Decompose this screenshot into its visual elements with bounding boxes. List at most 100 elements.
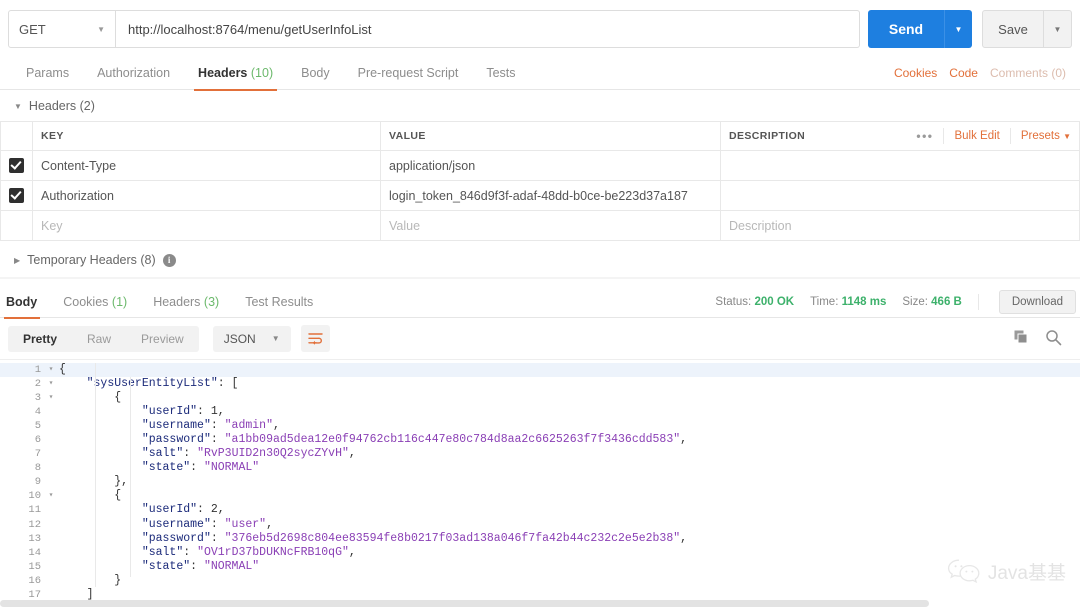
tab-params[interactable]: Params	[12, 57, 83, 90]
tab-body[interactable]: Body	[287, 57, 344, 90]
chevron-down-icon: ▼	[271, 334, 280, 343]
status-value: 200 OK	[754, 296, 795, 308]
view-raw[interactable]: Raw	[72, 326, 126, 352]
divider	[977, 294, 979, 310]
headers-section-title[interactable]: ▼ Headers (2)	[0, 90, 1080, 121]
fold-toggle-icon[interactable]: ▾	[46, 391, 56, 405]
temporary-headers-section[interactable]: ▶ Temporary Headers (8) i	[0, 241, 1080, 277]
row-value-cell[interactable]: application/json	[380, 150, 721, 181]
time-label: Time:	[810, 296, 839, 308]
code-line: 7 "salt": "RvP3UID2n30Q2sycZYvH",	[0, 447, 1080, 461]
response-tab-cookies-label: Cookies	[63, 294, 109, 309]
response-tab-test-results-label: Test Results	[245, 294, 314, 309]
code-line: 16 }	[0, 574, 1080, 588]
row-value-cell[interactable]: login_token_846d9f3f-adaf-48dd-b0ce-be22…	[380, 180, 721, 211]
line-number: 3	[34, 392, 41, 405]
code-text: "salt": "RvP3UID2n30Q2sycZYvH",	[141, 447, 356, 461]
row-key-value: Authorization	[41, 188, 114, 203]
save-button[interactable]: Save	[982, 10, 1044, 48]
presets-button[interactable]: Presets ▼	[1021, 130, 1071, 142]
new-value-cell[interactable]: Value	[380, 210, 721, 241]
word-wrap-button[interactable]	[300, 325, 330, 352]
code-line: 14 "salt": "OV1rD37bDUKNcFRB10qG",	[0, 546, 1080, 560]
response-tab-cookies[interactable]: Cookies (1)	[50, 287, 140, 318]
code-text: {	[114, 391, 122, 405]
fold-toggle-icon[interactable]: ▾	[46, 377, 56, 391]
row-key-cell[interactable]: Authorization	[32, 180, 381, 211]
tab-authorization[interactable]: Authorization	[83, 57, 184, 90]
indent-guide	[130, 377, 131, 577]
row-description-cell[interactable]	[720, 180, 1080, 211]
response-tab-body[interactable]: Body	[0, 287, 50, 319]
tab-authorization-label: Authorization	[97, 65, 171, 80]
code-text: "state": "NORMAL"	[141, 461, 260, 475]
info-icon[interactable]: i	[162, 253, 176, 267]
bulk-edit-button[interactable]: Bulk Edit	[954, 130, 999, 142]
format-select[interactable]: JSON ▼	[212, 325, 291, 352]
fold-toggle-icon[interactable]: ▾	[46, 489, 56, 503]
send-button[interactable]: Send	[868, 10, 944, 48]
code-text: "username": "user",	[141, 517, 273, 531]
tab-headers[interactable]: Headers (10)	[184, 57, 287, 91]
http-method-select[interactable]: GET ▼	[8, 10, 116, 48]
save-button-group: Save ▼	[982, 10, 1072, 48]
code-text: "sysUserEntityList": [	[86, 377, 239, 391]
code-line: 10 ▾ {	[0, 489, 1080, 503]
row-description-cell[interactable]	[720, 150, 1080, 181]
download-button[interactable]: Download	[998, 290, 1076, 314]
tab-tests[interactable]: Tests	[472, 57, 529, 90]
size-badge: Size: 466 B	[902, 296, 961, 308]
line-number: 12	[28, 518, 41, 531]
status-badge: Status: 200 OK	[715, 296, 794, 308]
tab-pre-request-script[interactable]: Pre-request Script	[344, 57, 473, 90]
line-number: 14	[28, 546, 41, 559]
line-number: 4	[34, 406, 41, 419]
comments-link[interactable]: Comments (0)	[990, 66, 1066, 80]
divider	[0, 277, 1080, 279]
send-options-button[interactable]: ▼	[944, 10, 972, 48]
cookies-link[interactable]: Cookies	[894, 66, 937, 80]
chevron-down-icon: ▼	[97, 24, 105, 34]
column-value: VALUE	[380, 121, 721, 151]
code-text: "userId": 2,	[141, 503, 225, 517]
view-preview[interactable]: Preview	[126, 326, 199, 352]
code-link[interactable]: Code	[949, 66, 978, 80]
response-tab-cookies-count: (1)	[111, 294, 128, 309]
indent-guide	[95, 363, 96, 587]
code-text: }	[114, 573, 122, 587]
new-key-cell[interactable]: Key	[32, 210, 381, 241]
header-select-all-cell	[0, 121, 33, 151]
more-options-icon[interactable]: •••	[916, 129, 933, 143]
table-row-empty: Key Value Description	[0, 210, 1080, 241]
search-button[interactable]	[1045, 329, 1062, 349]
horizontal-scrollbar[interactable]	[0, 600, 1080, 607]
view-pretty[interactable]: Pretty	[8, 326, 72, 352]
headers-table: KEY VALUE DESCRIPTION ••• Bulk Edit Pres…	[0, 121, 1080, 241]
word-wrap-icon	[307, 333, 323, 345]
row-checkbox[interactable]	[9, 158, 24, 174]
response-tab-headers[interactable]: Headers (3)	[140, 287, 232, 318]
status-label: Status:	[715, 296, 752, 308]
table-row: Content-Type application/json	[0, 150, 1080, 181]
row-key-cell[interactable]: Content-Type	[32, 150, 381, 181]
new-description-cell[interactable]: Description	[720, 210, 1080, 241]
divider	[1009, 128, 1011, 144]
code-line: 13 "password": "376eb5d2698c804ee83594fe…	[0, 532, 1080, 546]
code-line: 11 "userId": 2,	[0, 503, 1080, 517]
row-checkbox[interactable]	[9, 188, 24, 204]
save-options-button[interactable]: ▼	[1044, 10, 1072, 48]
fold-toggle-icon[interactable]: ▾	[46, 363, 56, 377]
copy-button[interactable]	[1013, 329, 1029, 348]
column-description-label: DESCRIPTION	[729, 130, 806, 142]
response-body-viewer[interactable]: 1 ▾{2 ▾ "sysUserEntityList": [3 ▾ {4 "userI…	[0, 359, 1080, 607]
size-value: 466 B	[931, 296, 962, 308]
response-tab-test-results[interactable]: Test Results	[232, 287, 326, 318]
tab-headers-count: (10)	[250, 65, 274, 80]
code-line: 9 },	[0, 475, 1080, 489]
request-url-input[interactable]	[116, 10, 860, 48]
